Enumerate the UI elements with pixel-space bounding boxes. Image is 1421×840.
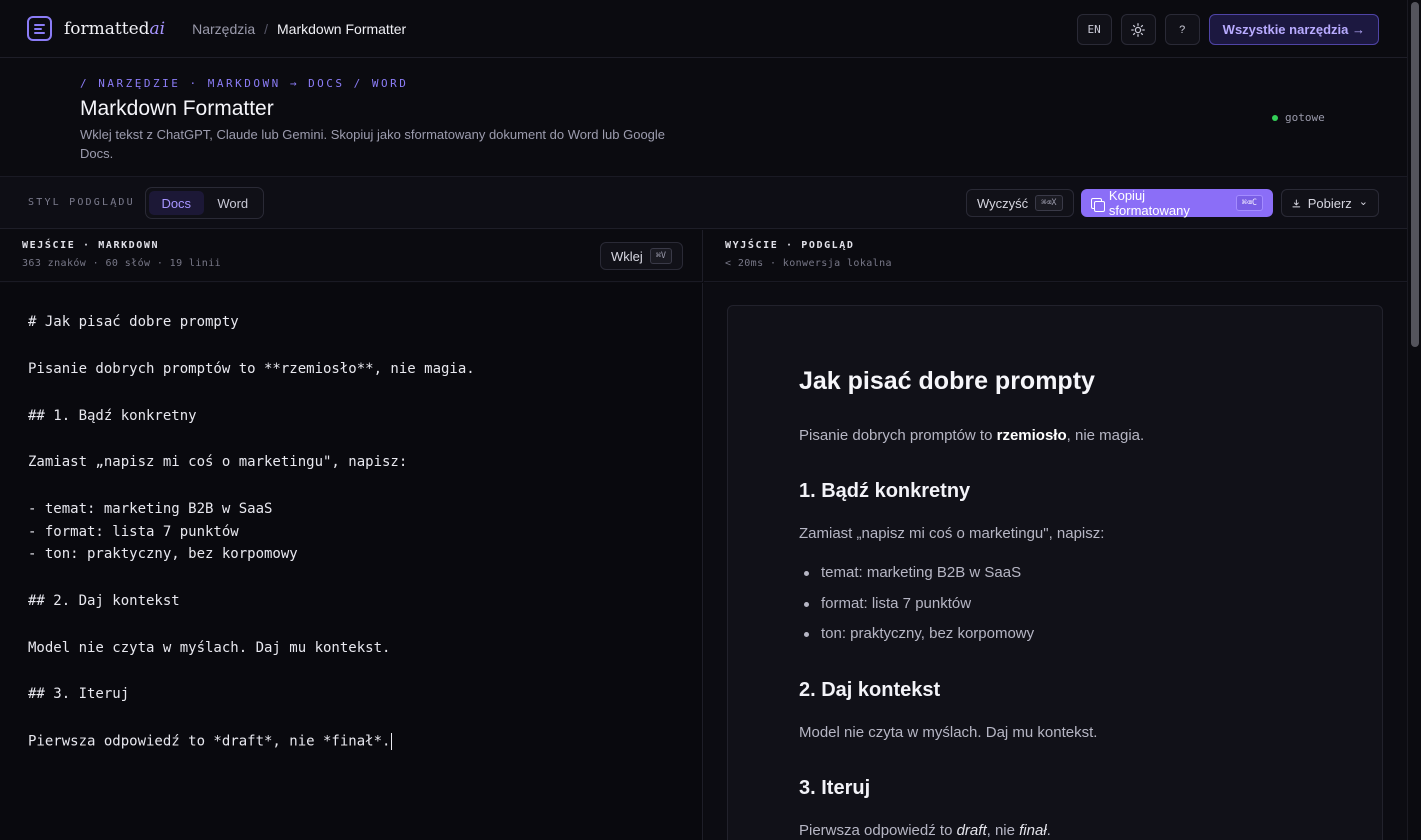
status-dot-icon xyxy=(1272,114,1278,121)
preview-style-label: STYL PODGLĄDU xyxy=(28,197,135,208)
language-button[interactable]: EN xyxy=(1076,14,1112,45)
paste-shortcut-badge: ⌘V xyxy=(649,248,673,264)
editor-line: - ton: praktyczny, bez korpomowy xyxy=(28,546,298,562)
doc-paragraph: Zamiast „napisz mi coś o marketingu", na… xyxy=(799,525,1105,542)
doc-heading-2: 2. Daj kontekst xyxy=(799,679,941,701)
output-panel-title: WYJŚCIE · PODGLĄD xyxy=(725,240,855,251)
copy-icon xyxy=(1091,197,1105,212)
clear-shortcut-badge: ⌘⌫X xyxy=(1035,195,1063,211)
style-option-docs[interactable]: Docs xyxy=(149,191,204,215)
editor-line: Zamiast „napisz mi coś o marketingu", na… xyxy=(28,454,408,470)
page-scrollbar[interactable] xyxy=(1407,0,1421,840)
tool-header: / NARZĘDZIE · MARKDOWN → DOCS / WORD Mar… xyxy=(0,59,1407,177)
scrollbar-thumb[interactable] xyxy=(1411,2,1419,347)
preview-toolbar: STYL PODGLĄDU Docs Word Wyczyść ⌘⌫X Kopi… xyxy=(0,177,1407,229)
page-title: Markdown Formatter xyxy=(80,97,274,120)
status-indicator: gotowe xyxy=(1272,111,1325,124)
help-button[interactable]: ? xyxy=(1164,14,1200,45)
doc-list-item: temat: marketing B2B w SaaS xyxy=(799,564,1021,581)
theme-toggle-button[interactable] xyxy=(1120,14,1156,45)
breadcrumb-parent-link[interactable]: Narzędzia xyxy=(192,21,255,37)
paste-button-label: Wklej xyxy=(611,248,643,264)
download-button-label: Pobierz xyxy=(1307,195,1352,211)
input-panel-stats: 363 znaków · 60 słów · 19 linii xyxy=(22,258,222,269)
doc-paragraph: Pisanie dobrych promptów to rzemiosło, n… xyxy=(799,427,1145,444)
editor-line: - temat: marketing B2B w SaaS xyxy=(28,501,273,517)
download-button[interactable]: Pobierz ⌄ xyxy=(1281,189,1379,217)
editor-line: # Jak pisać dobre prompty xyxy=(28,314,239,330)
doc-paragraph: Pierwsza odpowiedź to draft, nie finał. xyxy=(799,822,1051,839)
editor-line: ## 1. Bądź konkretny xyxy=(28,408,197,424)
breadcrumb-separator: / xyxy=(264,20,269,37)
editor-line: ## 3. Iteruj xyxy=(28,686,130,702)
input-panel-title: WEJŚCIE · MARKDOWN xyxy=(22,240,160,251)
download-icon xyxy=(1292,198,1301,207)
doc-heading-1: Jak pisać dobre prompty xyxy=(799,367,1095,395)
top-navigation: formattedai Narzędzia / Markdown Formatt… xyxy=(0,0,1407,58)
preview-style-switch: Docs Word xyxy=(145,187,264,219)
status-text: gotowe xyxy=(1285,111,1325,124)
logo-icon[interactable] xyxy=(27,16,52,41)
editor-line: - format: lista 7 punktów xyxy=(28,524,239,540)
output-panel-header: WYJŚCIE · PODGLĄD < 20ms · konwersja lok… xyxy=(704,230,1407,282)
formatted-document: Jak pisać dobre prompty Pisanie dobrych … xyxy=(727,305,1383,840)
clear-button-label: Wyczyść xyxy=(977,195,1029,211)
copy-button-label: Kopiuj sformatowany xyxy=(1108,188,1190,218)
style-option-word[interactable]: Word xyxy=(206,191,261,215)
copy-formatted-button[interactable]: Kopiuj sformatowany ⌘⌫C xyxy=(1081,188,1273,218)
editor-line-last: Pierwsza odpowiedź to *draft*, nie *fina… xyxy=(28,733,393,750)
nav-actions: EN ? Wszystkie narzędzia → xyxy=(1076,14,1379,45)
doc-list-item: ton: praktyczny, bez korpomowy xyxy=(799,625,1034,642)
editor-line: Pisanie dobrych promptów to **rzemiosło*… xyxy=(28,361,475,377)
clear-button[interactable]: Wyczyść ⌘⌫X xyxy=(966,189,1074,217)
breadcrumb-current: Markdown Formatter xyxy=(277,20,407,37)
doc-list-item: format: lista 7 punktów xyxy=(799,595,971,612)
input-panel-header: WEJŚCIE · MARKDOWN 363 znaków · 60 słów … xyxy=(0,230,703,282)
doc-paragraph: Model nie czyta w myślach. Daj mu kontek… xyxy=(799,724,1098,741)
all-tools-button[interactable]: Wszystkie narzędzia → xyxy=(1208,14,1379,45)
tool-kicker: / NARZĘDZIE · MARKDOWN → DOCS / WORD xyxy=(80,77,409,90)
brand-name[interactable]: formattedai xyxy=(64,19,165,39)
output-panel-stats: < 20ms · konwersja lokalna xyxy=(725,258,892,269)
copy-shortcut-badge: ⌘⌫C xyxy=(1235,195,1263,211)
preview-panel: Jak pisać dobre prompty Pisanie dobrych … xyxy=(704,283,1407,840)
sun-icon xyxy=(1131,22,1146,37)
tool-description: Wklej tekst z ChatGPT, Claude lub Gemini… xyxy=(80,127,666,161)
editor-line: Model nie czyta w myślach. Daj mu kontek… xyxy=(28,640,391,656)
paste-button[interactable]: Wklej ⌘V xyxy=(600,242,684,270)
markdown-editor[interactable]: # Jak pisać dobre prompty Pisanie dobryc… xyxy=(0,283,703,840)
doc-heading-2: 1. Bądź konkretny xyxy=(799,480,971,502)
chevron-down-icon: ⌄ xyxy=(1358,195,1368,208)
editor-line: ## 2. Daj kontekst xyxy=(28,593,180,609)
text-caret xyxy=(391,733,393,750)
doc-heading-2: 3. Iteruj xyxy=(799,777,871,799)
